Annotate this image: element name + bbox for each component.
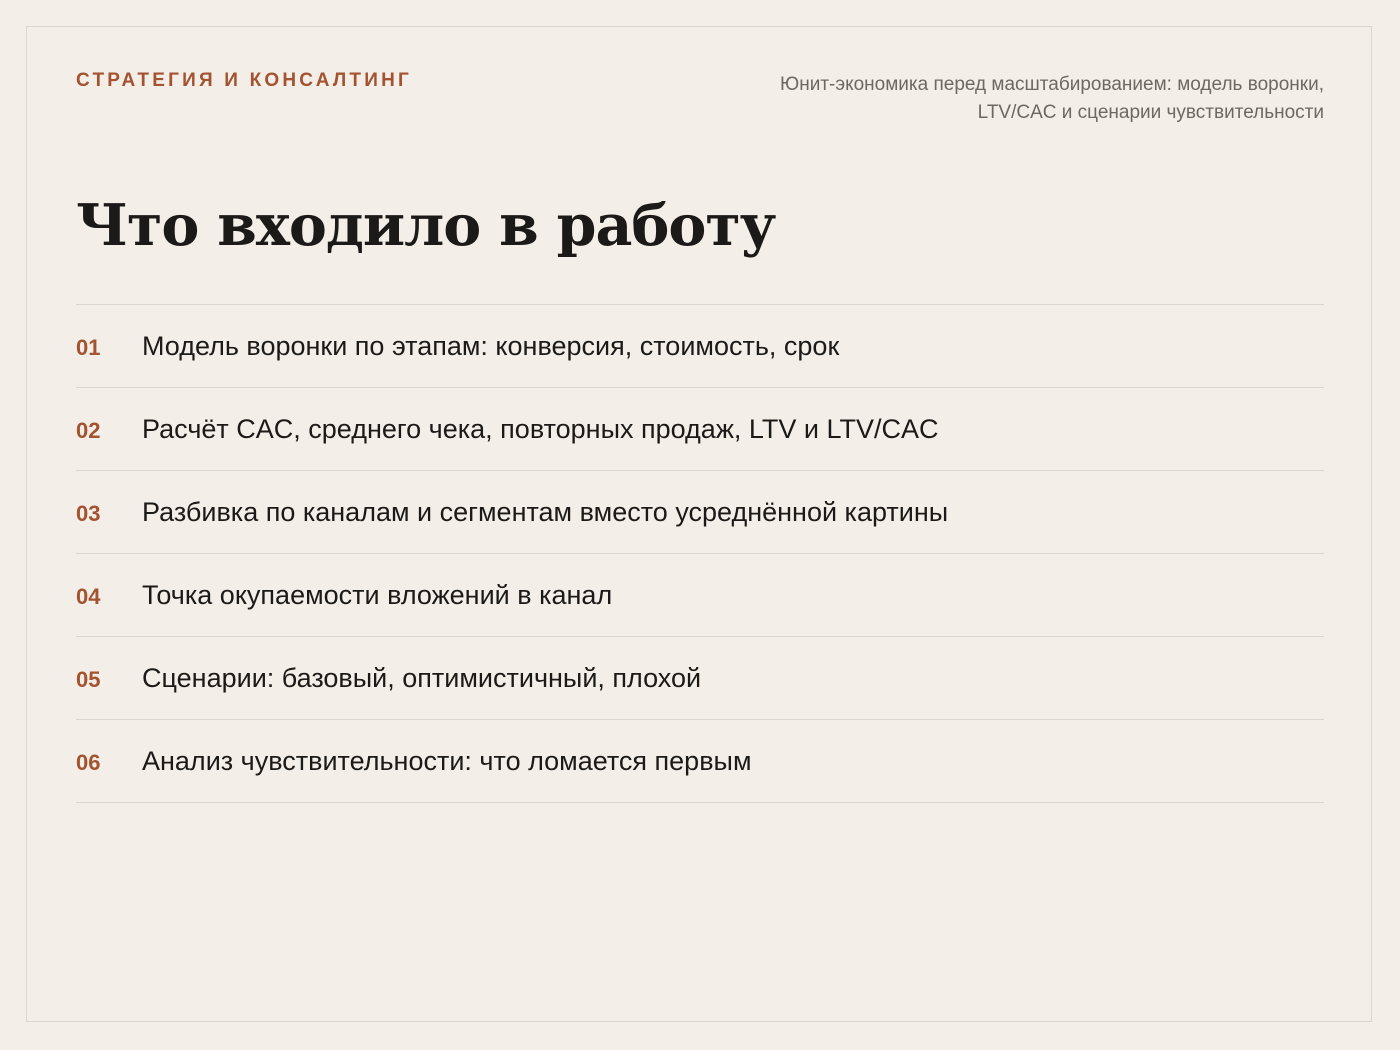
- list-item: 02 Расчёт CAC, среднего чека, повторных …: [76, 388, 1324, 471]
- item-text: Сценарии: базовый, оптимистичный, плохой: [142, 663, 702, 693]
- list-item: 04 Точка окупаемости вложений в канал: [76, 554, 1324, 637]
- list-item: 05 Сценарии: базовый, оптимистичный, пло…: [76, 637, 1324, 720]
- item-number: 03: [76, 501, 101, 526]
- item-text: Разбивка по каналам и сегментам вместо у…: [142, 497, 949, 527]
- item-text: Расчёт CAC, среднего чека, повторных про…: [142, 414, 939, 444]
- subtitle-line-2: LTV/CAC и сценарии чувствительности: [977, 102, 1324, 123]
- item-number: 04: [76, 584, 101, 609]
- item-text: Точка окупаемости вложений в канал: [142, 580, 613, 610]
- item-number: 02: [76, 418, 101, 443]
- brand-label: СТРАТЕГИЯ И КОНСАЛТИНГ: [76, 70, 412, 91]
- slide-subtitle: Юнит-экономика перед масштабированием: м…: [684, 71, 1324, 127]
- page-title: Что входило в работу: [76, 192, 776, 259]
- item-number: 05: [76, 667, 101, 692]
- list-item: 03 Разбивка по каналам и сегментам вмест…: [76, 471, 1324, 554]
- list-item: 06 Анализ чувствительности: что ломается…: [76, 720, 1324, 803]
- list-item: 01 Модель воронки по этапам: конверсия, …: [76, 305, 1324, 388]
- subtitle-line-1: Юнит-экономика перед масштабированием: м…: [780, 74, 1324, 95]
- item-number: 01: [76, 335, 101, 360]
- item-text: Анализ чувствительности: что ломается пе…: [142, 746, 752, 776]
- item-text: Модель воронки по этапам: конверсия, сто…: [142, 331, 840, 361]
- header: СТРАТЕГИЯ И КОНСАЛТИНГ Юнит-экономика пе…: [76, 70, 1324, 130]
- item-number: 06: [76, 750, 101, 775]
- work-items-list: 01 Модель воронки по этапам: конверсия, …: [76, 304, 1324, 803]
